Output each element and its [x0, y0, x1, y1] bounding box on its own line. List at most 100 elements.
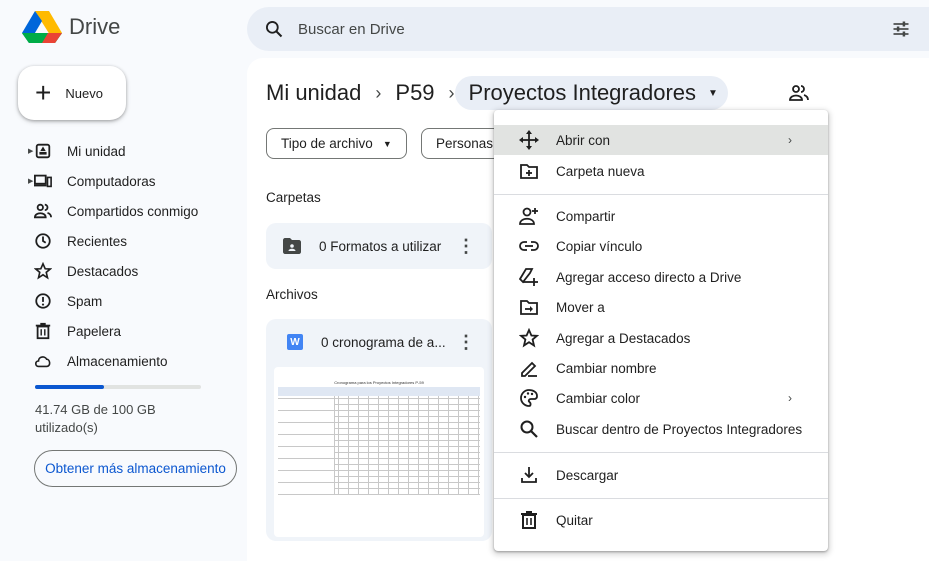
sidebar-item-label: Almacenamiento: [67, 353, 168, 369]
shared-folder-icon: [283, 238, 301, 254]
menu-item-label: Buscar dentro de Proyectos Integradores: [556, 421, 803, 437]
search-placeholder[interactable]: Buscar en Drive: [298, 21, 405, 38]
search-bar[interactable]: Buscar en Drive: [247, 7, 929, 51]
breadcrumb-current-label: Proyectos Integradores: [468, 80, 697, 105]
menu-item-share[interactable]: Compartir: [494, 201, 828, 231]
plus-icon: +: [35, 77, 52, 108]
search-icon[interactable]: [264, 19, 284, 39]
sidebar-item-label: Mi unidad: [67, 143, 126, 159]
menu-item-download[interactable]: Descargar: [494, 460, 828, 490]
expand-arrow-icon[interactable]: ▶: [28, 177, 33, 185]
sidebar-item-label: Compartidos conmigo: [67, 203, 199, 219]
menu-item-copy-link[interactable]: Copiar vínculo: [494, 231, 828, 261]
sidebar-item-recent[interactable]: Recientes: [0, 226, 240, 256]
menu-item-search-within[interactable]: Buscar dentro de Proyectos Integradores: [494, 414, 828, 444]
sidebar-item-my-drive[interactable]: ▶ Mi unidad: [0, 136, 240, 166]
thumbnail-grid-header: [278, 387, 480, 396]
filter-people[interactable]: Personas: [421, 128, 501, 159]
menu-item-label: Abrir con: [556, 132, 611, 148]
breadcrumb: Mi unidad › P59 › Proyectos Integradores…: [266, 76, 728, 110]
menu-item-change-color[interactable]: Cambiar color ›: [494, 383, 828, 413]
sidebar-item-starred[interactable]: Destacados: [0, 256, 240, 286]
caret-down-icon: ▼: [382, 138, 392, 149]
breadcrumb-current-folder[interactable]: Proyectos Integradores ▼: [454, 76, 728, 110]
menu-item-label: Agregar a Destacados: [556, 330, 691, 346]
menu-divider: [494, 452, 828, 453]
file-thumbnail[interactable]: Cronograma para los Proyectos Integrador…: [274, 367, 484, 537]
move-icon: [518, 296, 540, 318]
breadcrumb-my-drive[interactable]: Mi unidad: [266, 80, 361, 106]
storage-bar-fill: [35, 385, 105, 389]
caret-down-icon: ▼: [708, 87, 718, 99]
breadcrumb-p59[interactable]: P59: [395, 80, 434, 106]
sidebar-item-computers[interactable]: ▶ Computadoras: [0, 166, 240, 196]
menu-item-new-folder[interactable]: Carpeta nueva: [494, 156, 828, 186]
section-folders-heading: Carpetas: [266, 190, 321, 205]
app-name: Drive: [69, 14, 121, 39]
trash-icon: [34, 322, 52, 340]
chevron-right-icon: ›: [448, 82, 455, 103]
context-menu: Abrir con › Carpeta nueva Compartir Copi…: [494, 110, 828, 551]
menu-item-label: Mover a: [556, 299, 605, 315]
share-icon: [518, 205, 540, 227]
menu-item-label: Carpeta nueva: [556, 163, 645, 179]
folder-name: 0 Formatos a utilizar: [319, 238, 442, 254]
filter-file-type[interactable]: Tipo de archivo ▼: [266, 128, 407, 159]
filter-label: Personas: [436, 136, 494, 151]
thumbnail-grid-left: [278, 387, 335, 495]
chevron-right-icon: ›: [375, 82, 382, 103]
get-more-storage-button[interactable]: Obtener más almacenamiento: [34, 450, 237, 487]
new-button[interactable]: + Nuevo: [18, 66, 126, 120]
palette-icon: [518, 387, 540, 409]
menu-item-add-shortcut[interactable]: Agregar acceso directo a Drive: [494, 262, 828, 292]
more-options-icon[interactable]: ⋮: [457, 333, 475, 351]
menu-item-label: Cambiar nombre: [556, 360, 657, 376]
star-icon: [34, 262, 52, 280]
rename-icon: [518, 357, 540, 379]
sidebar-item-storage[interactable]: Almacenamiento: [0, 346, 240, 376]
sidebar-item-spam[interactable]: Spam: [0, 286, 240, 316]
sidebar-item-label: Recientes: [67, 233, 128, 249]
more-options-icon[interactable]: ⋮: [457, 237, 475, 255]
chevron-right-icon: ›: [788, 391, 792, 405]
menu-item-open-with[interactable]: Abrir con ›: [494, 125, 828, 155]
file-name: 0 cronograma de a...: [321, 334, 446, 350]
shared-icon: [34, 202, 52, 220]
sidebar-item-shared[interactable]: Compartidos conmigo: [0, 196, 240, 226]
download-icon: [518, 464, 540, 486]
storage-usage-text: 41.74 GB de 100 GB utilizado(s): [35, 402, 156, 435]
thumbnail-title: Cronograma para los Proyectos Integrador…: [334, 380, 424, 385]
shared-folder-icon[interactable]: [789, 84, 809, 102]
menu-item-label: Agregar acceso directo a Drive: [556, 269, 742, 285]
section-files-heading: Archivos: [266, 287, 318, 302]
expand-arrow-icon[interactable]: ▶: [28, 147, 33, 155]
search-icon: [518, 418, 540, 440]
sidebar-item-label: Papelera: [67, 323, 122, 339]
link-icon: [518, 235, 540, 257]
menu-item-label: Cambiar color: [556, 390, 641, 406]
open-with-icon: [518, 129, 540, 151]
cloud-icon: [34, 352, 52, 370]
sidebar-item-trash[interactable]: Papelera: [0, 316, 240, 346]
menu-item-label: Quitar: [556, 512, 593, 528]
drive-logo[interactable]: Drive: [22, 9, 120, 45]
add-shortcut-icon: [518, 266, 540, 288]
drive-logo-icon: [22, 11, 62, 43]
menu-item-add-starred[interactable]: Agregar a Destacados: [494, 323, 828, 353]
storage-bar: [35, 385, 201, 389]
menu-item-label: Copiar vínculo: [556, 238, 643, 254]
search-options-icon[interactable]: [891, 19, 911, 39]
folder-card[interactable]: 0 Formatos a utilizar ⋮: [266, 223, 492, 269]
file-card-header: W 0 cronograma de a... ⋮: [266, 319, 492, 365]
sidebar-item-label: Spam: [67, 293, 103, 309]
menu-divider: [494, 194, 828, 195]
menu-item-rename[interactable]: Cambiar nombre: [494, 353, 828, 383]
new-folder-icon: [518, 160, 540, 182]
my-drive-icon: [34, 142, 52, 160]
word-doc-icon: W: [287, 334, 303, 350]
new-button-label: Nuevo: [65, 85, 103, 101]
sidebar-item-label: Destacados: [67, 263, 139, 279]
file-card[interactable]: W 0 cronograma de a... ⋮ Cronograma para…: [266, 319, 492, 541]
menu-item-remove[interactable]: Quitar: [494, 505, 828, 535]
menu-item-move-to[interactable]: Mover a: [494, 292, 828, 322]
